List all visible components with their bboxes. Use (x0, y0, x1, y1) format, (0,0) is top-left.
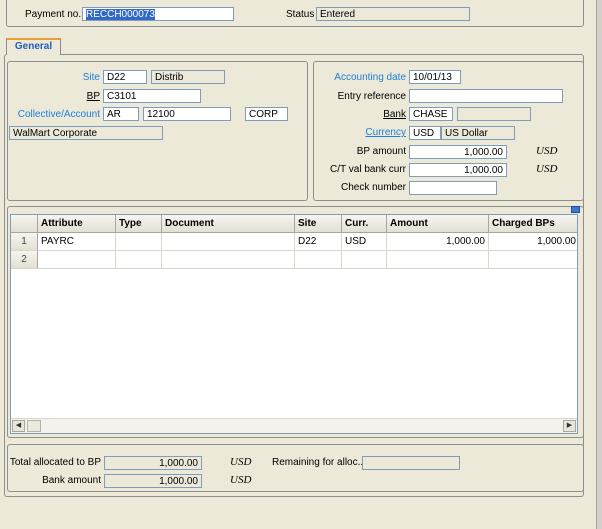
table-cell-attribute[interactable]: PAYRC (38, 233, 116, 251)
collective-account-label[interactable]: Collective/Account (10, 108, 100, 122)
table-cell-amount[interactable]: 1,000.00 (387, 233, 489, 251)
bp-field[interactable]: C3101 (103, 89, 201, 103)
site-label[interactable]: Site (50, 71, 100, 85)
table-cell-attribute[interactable] (38, 251, 116, 269)
grid-header-document[interactable]: Document (162, 215, 295, 233)
table-cell-site[interactable] (295, 251, 342, 269)
scroll-right-icon[interactable]: ▶ (563, 420, 576, 432)
grid-header-site[interactable]: Site (295, 215, 342, 233)
remaining-label: Remaining for alloc... (272, 457, 366, 468)
grid-header-attribute[interactable]: Attribute (38, 215, 116, 233)
bp-amount-label: BP amount (356, 146, 406, 157)
table-cell-site[interactable]: D22 (295, 233, 342, 251)
bank-code-field[interactable]: CHASE (409, 107, 453, 121)
ct-val-currency: USD (536, 163, 558, 175)
grid-header-amount[interactable]: Amount (387, 215, 489, 233)
status-label: Status (286, 9, 315, 20)
bank-amount-label: Bank amount (42, 475, 101, 486)
scroll-thumb[interactable] (27, 420, 41, 432)
table-cell-document[interactable] (162, 251, 295, 269)
customer-name-field: WalMart Corporate (9, 126, 163, 140)
table-row-number[interactable]: 2 (11, 251, 38, 269)
check-number-label: Check number (340, 182, 406, 193)
currency-label[interactable]: Currency (315, 126, 406, 140)
bp-amount-field[interactable]: 1,000.00 (409, 145, 507, 159)
payment-no-field[interactable]: RECCH000073 (82, 7, 234, 21)
table-row-number[interactable]: 1 (11, 233, 38, 251)
bank-amount-currency: USD (230, 474, 252, 486)
table-cell-amount[interactable] (387, 251, 489, 269)
bank-amount-field: 1,000.00 (104, 474, 202, 488)
grid-header-charged[interactable]: Charged BPs (489, 215, 577, 233)
tab-general[interactable]: General (6, 38, 61, 55)
total-allocated-field: 1,000.00 (104, 456, 202, 470)
currency-name-field: US Dollar (441, 126, 515, 140)
entry-reference-field[interactable] (409, 89, 563, 103)
scroll-left-icon[interactable]: ◀ (12, 420, 25, 432)
window-right-edge (596, 0, 602, 529)
bank-name-field (457, 107, 531, 121)
table-cell-charged[interactable]: 1,000.00 (489, 233, 577, 251)
grid-options-icon[interactable] (571, 206, 580, 213)
check-number-field[interactable] (409, 181, 497, 195)
ct-val-field[interactable]: 1,000.00 (409, 163, 507, 177)
grid-header-curr[interactable]: Curr. (342, 215, 387, 233)
entry-reference-label: Entry reference (337, 91, 406, 102)
account-extra-field[interactable]: CORP (245, 107, 288, 121)
remaining-field (362, 456, 460, 470)
site-code-field[interactable]: D22 (103, 70, 147, 84)
lines-grid: Attribute Type Document Site Curr. Amoun… (10, 214, 578, 434)
total-allocated-currency: USD (230, 456, 252, 468)
table-cell-curr[interactable]: USD (342, 233, 387, 251)
ct-val-label: C/T val bank curr (330, 164, 406, 175)
table-cell-curr[interactable] (342, 251, 387, 269)
payment-no-value: RECCH000073 (86, 9, 155, 20)
grid-horizontal-scrollbar[interactable]: ◀ ▶ (11, 418, 577, 433)
table-cell-type[interactable] (116, 251, 162, 269)
currency-code-field[interactable]: USD (409, 126, 441, 140)
table-cell-document[interactable] (162, 233, 295, 251)
payment-no-label: Payment no. (25, 9, 82, 20)
collective-field[interactable]: AR (103, 107, 139, 121)
table-cell-type[interactable] (116, 233, 162, 251)
account-field[interactable]: 12100 (143, 107, 231, 121)
site-name-field: Distrib (151, 70, 225, 84)
accounting-date-label[interactable]: Accounting date (315, 71, 406, 85)
accounting-date-field[interactable]: 10/01/13 (409, 70, 461, 84)
grid-header-type[interactable]: Type (116, 215, 162, 233)
table-cell-charged[interactable] (489, 251, 577, 269)
grid-header-rownum (11, 215, 38, 233)
status-field: Entered (316, 7, 470, 21)
bp-label[interactable]: BP (50, 90, 100, 104)
bp-amount-currency: USD (536, 145, 558, 157)
total-allocated-label: Total allocated to BP (9, 457, 101, 468)
bank-label[interactable]: Bank (315, 108, 406, 122)
